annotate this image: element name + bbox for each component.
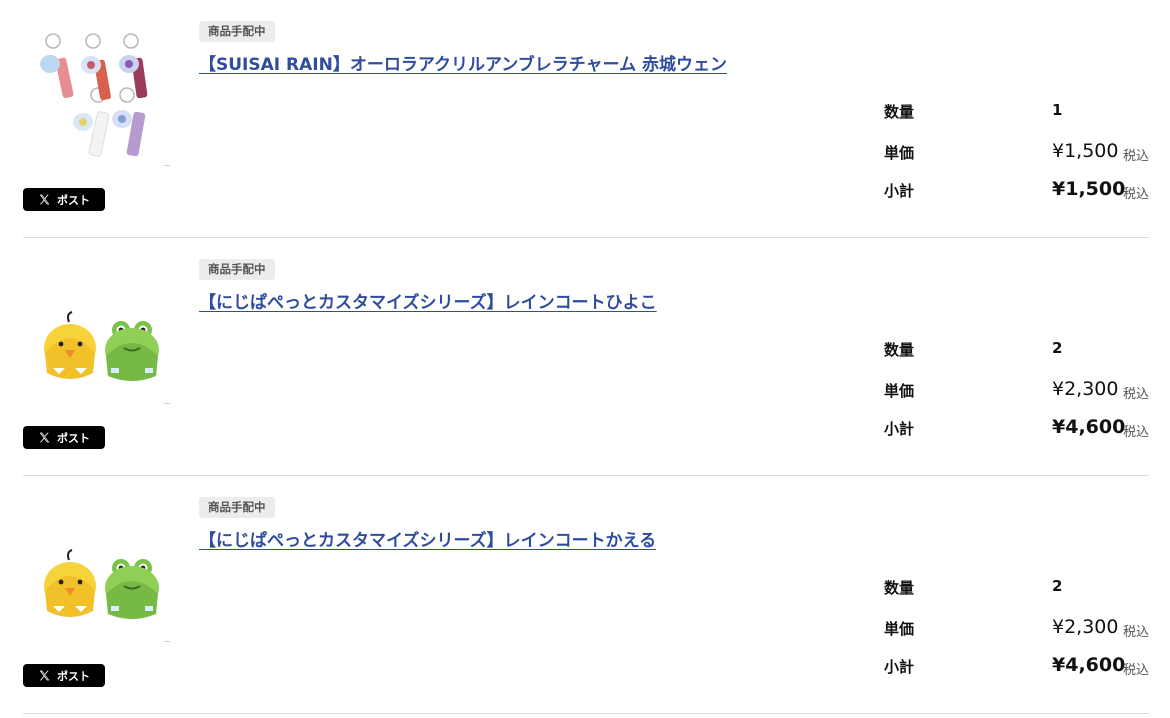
- quantity-label: 数量: [884, 341, 915, 359]
- quantity-label: 数量: [884, 579, 915, 597]
- tax-included-note: 税込: [1122, 425, 1149, 440]
- quantity-value: 2: [1052, 339, 1063, 357]
- unit-price-row: 単価 ¥1,500 税込: [884, 140, 1150, 164]
- cart-item: ポスト 商品手配中 【にじぱぺっとカスタマイズシリーズ】レインコートひよこ 数量…: [0, 238, 1170, 476]
- tax-included-note: 税込: [1122, 387, 1149, 402]
- tax-included-note: 税込: [1122, 625, 1149, 640]
- cart-item: ポスト 商品手配中 【SUISAI RAIN】オーロラアクリルアンブレラチャーム…: [0, 0, 1170, 238]
- unit-price-value: ¥1,500: [1052, 140, 1119, 162]
- subtotal-label: 小計: [884, 658, 915, 676]
- unit-price-label: 単価: [884, 144, 915, 162]
- unit-price-row: 単価 ¥2,300 税込: [884, 378, 1150, 402]
- status-badge: 商品手配中: [199, 259, 275, 280]
- x-post-button[interactable]: ポスト: [23, 426, 105, 449]
- product-title-link[interactable]: 【にじぱぺっとカスタマイズシリーズ】レインコートひよこ: [199, 288, 840, 313]
- chick-frog-image: [44, 311, 159, 381]
- quantity-label: 数量: [884, 103, 915, 121]
- cart-item: ポスト 商品手配中 【にじぱぺっとカスタマイズシリーズ】レインコートかえる 数量…: [0, 476, 1170, 714]
- status-badge: 商品手配中: [199, 497, 275, 518]
- subtotal-label: 小計: [884, 420, 915, 438]
- umbrella-charms-image: [40, 33, 148, 157]
- subtotal-row: 小計 ¥1,500 税込: [884, 178, 1150, 202]
- subtotal-label: 小計: [884, 182, 915, 200]
- product-image[interactable]: [23, 496, 173, 646]
- tax-included-note: 税込: [1122, 149, 1149, 164]
- unit-price-row: 単価 ¥2,300 税込: [884, 616, 1150, 640]
- product-title-link[interactable]: 【にじぱぺっとカスタマイズシリーズ】レインコートかえる: [199, 526, 840, 551]
- post-label: ポスト: [57, 669, 90, 683]
- x-logo-icon: [39, 670, 50, 681]
- subtotal-value: ¥4,600: [1052, 654, 1126, 676]
- subtotal-row: 小計 ¥4,600 税込: [884, 416, 1150, 440]
- x-logo-icon: [39, 194, 50, 205]
- subtotal-row: 小計 ¥4,600 税込: [884, 654, 1150, 678]
- quantity-value: 1: [1052, 101, 1063, 119]
- unit-price-label: 単価: [884, 620, 915, 638]
- image-marker: [164, 165, 170, 166]
- subtotal-value: ¥1,500: [1052, 178, 1126, 200]
- product-image[interactable]: [23, 20, 173, 170]
- x-post-button[interactable]: ポスト: [23, 664, 105, 687]
- image-marker: [164, 641, 170, 642]
- unit-price-value: ¥2,300: [1052, 616, 1119, 638]
- chick-frog-image: [44, 549, 159, 619]
- tax-included-note: 税込: [1122, 187, 1149, 202]
- status-badge: 商品手配中: [199, 21, 275, 42]
- post-label: ポスト: [57, 431, 90, 445]
- subtotal-value: ¥4,600: [1052, 416, 1126, 438]
- quantity-row: 数量 2: [884, 337, 1150, 361]
- post-label: ポスト: [57, 193, 90, 207]
- quantity-value: 2: [1052, 577, 1063, 595]
- image-marker: [164, 403, 170, 404]
- tax-included-note: 税込: [1122, 663, 1149, 678]
- quantity-row: 数量 2: [884, 575, 1150, 599]
- product-image[interactable]: [23, 258, 173, 408]
- product-title-link[interactable]: 【SUISAI RAIN】オーロラアクリルアンブレラチャーム 赤城ウェン: [199, 50, 840, 75]
- divider: [23, 713, 1149, 714]
- x-logo-icon: [39, 432, 50, 443]
- x-post-button[interactable]: ポスト: [23, 188, 105, 211]
- quantity-row: 数量 1: [884, 99, 1150, 123]
- unit-price-value: ¥2,300: [1052, 378, 1119, 400]
- unit-price-label: 単価: [884, 382, 915, 400]
